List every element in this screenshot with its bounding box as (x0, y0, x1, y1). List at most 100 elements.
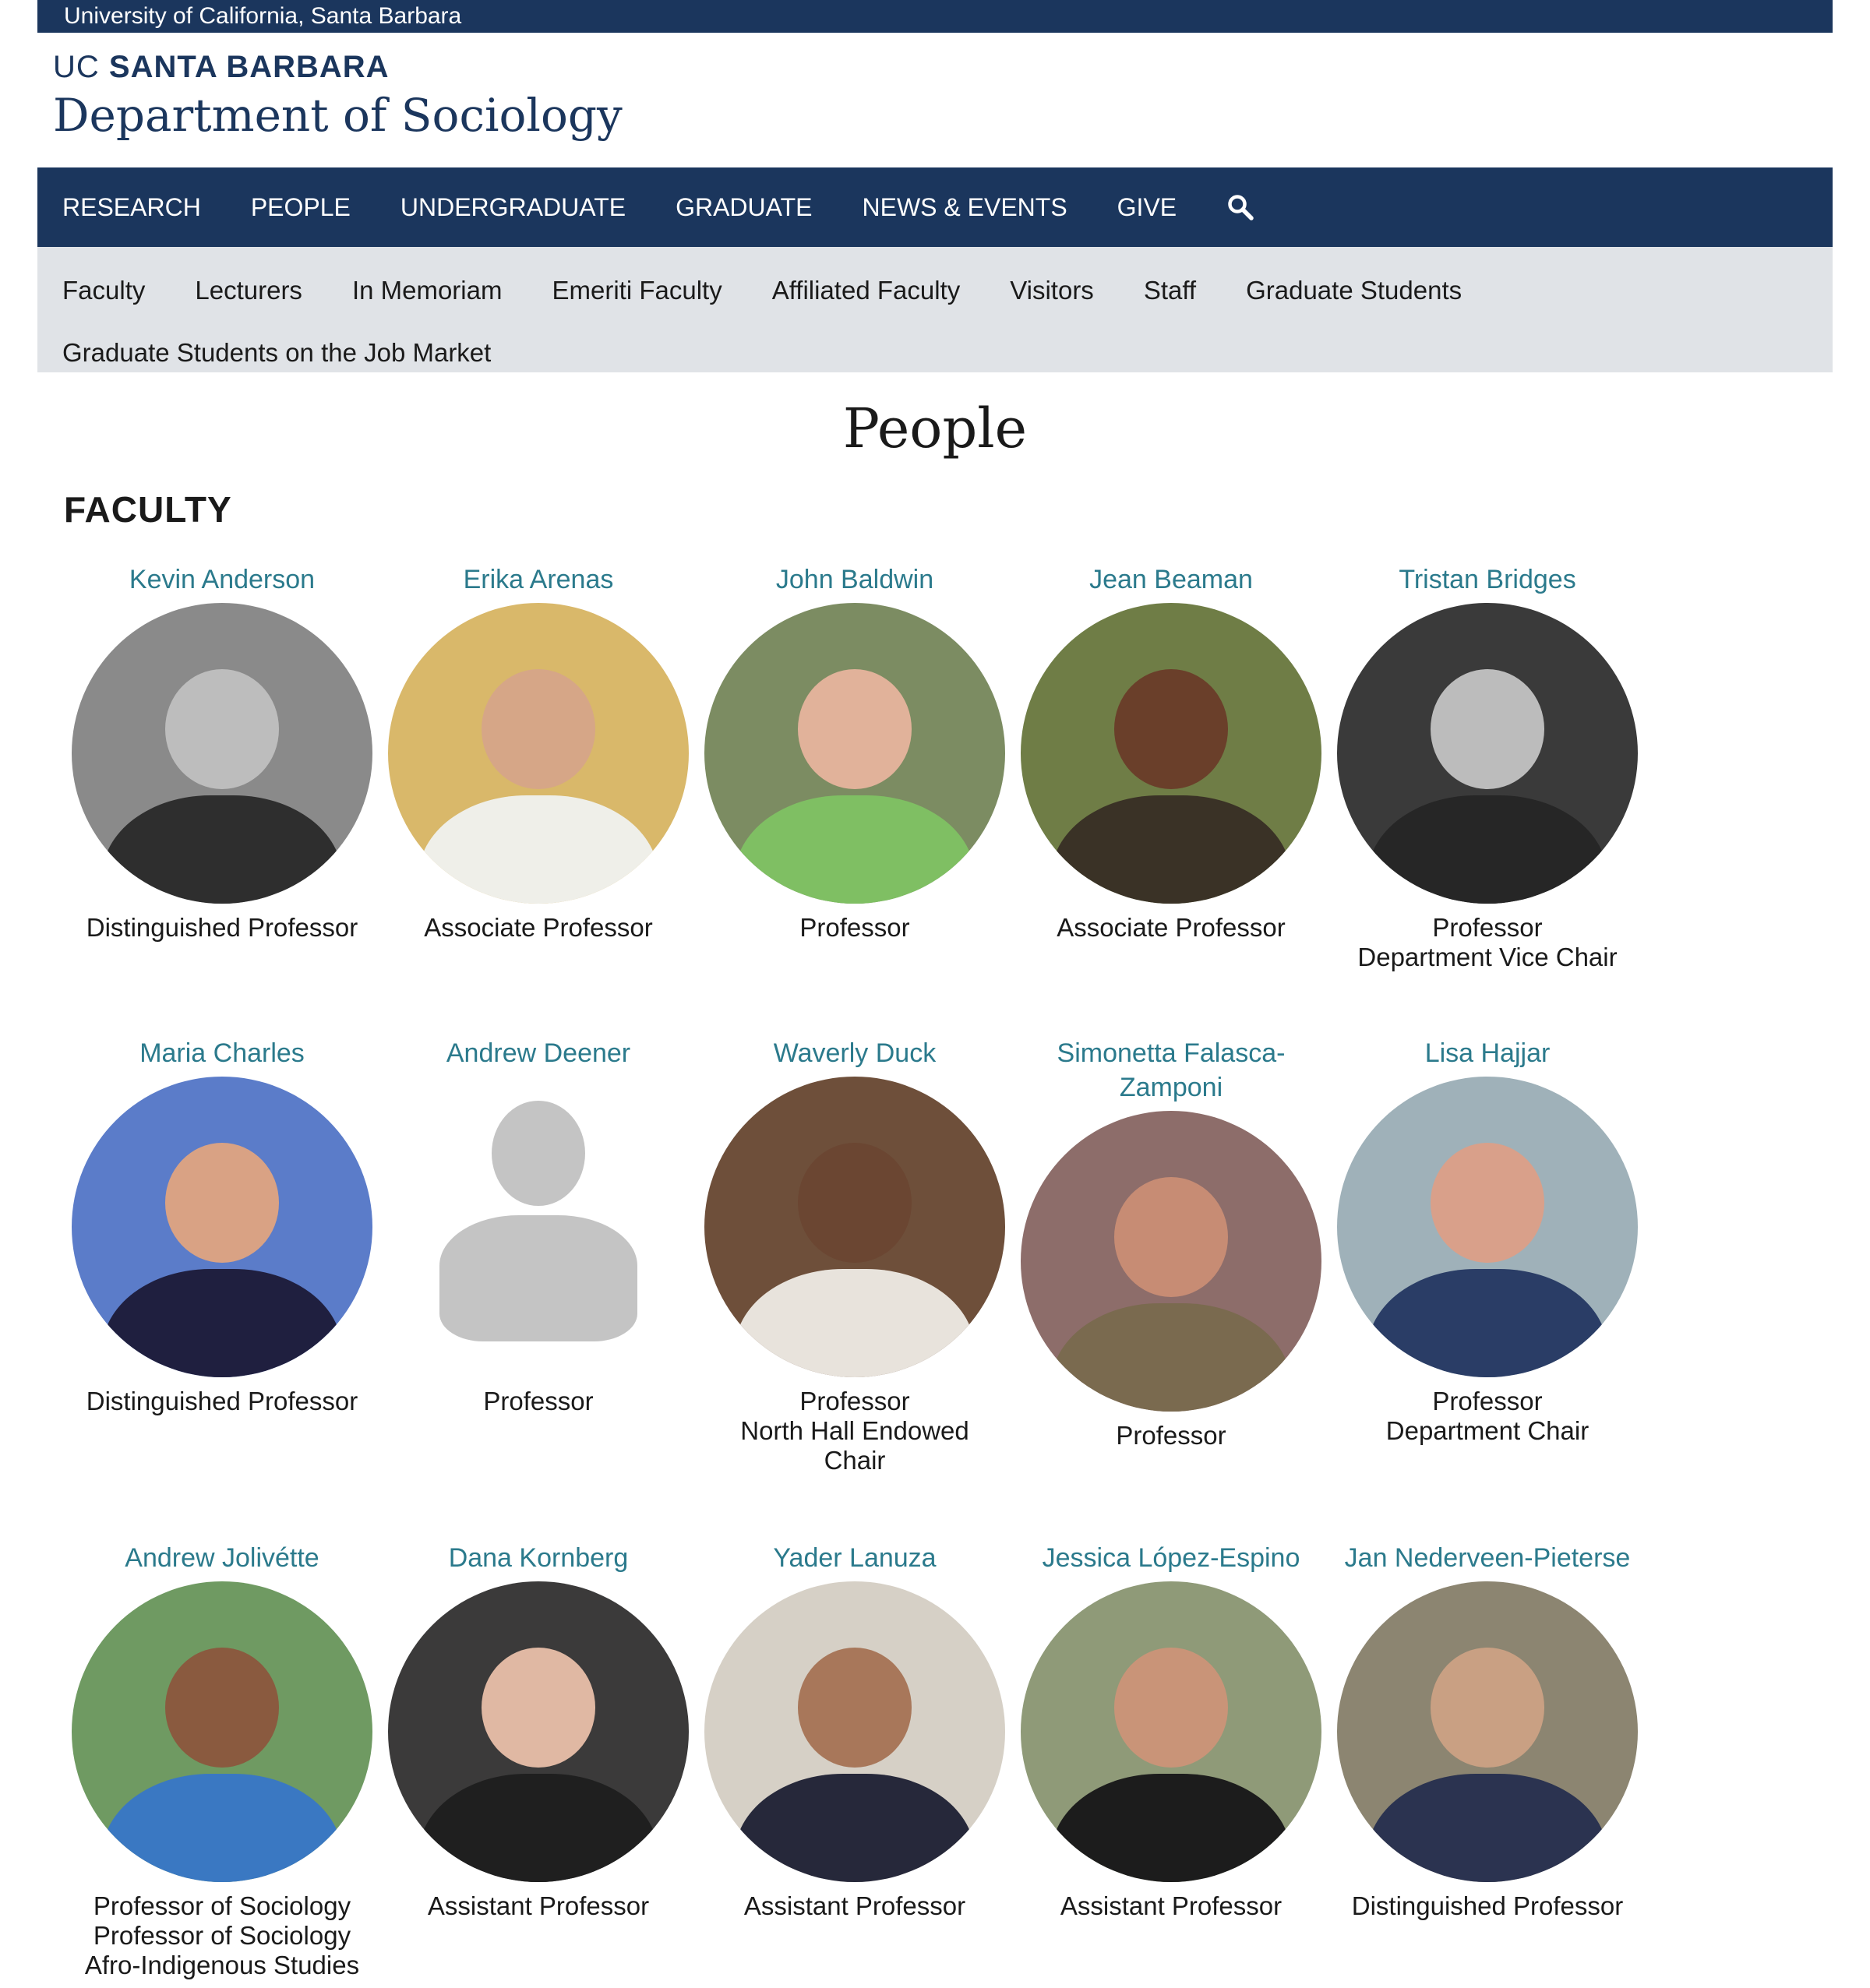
faculty-card: Erika Arenas Associate Professor (386, 562, 690, 943)
photo-figure-body (1050, 795, 1292, 904)
faculty-title: Department Vice Chair (1357, 943, 1618, 971)
photo-figure-head (1113, 668, 1229, 790)
ucsb-wordmark[interactable]: UC SANTA BARBARA (53, 47, 1833, 87)
faculty-card: Andrew Deener Professor (386, 1036, 690, 1416)
faculty-name-link[interactable]: Dana Kornberg (386, 1541, 690, 1575)
ucsb-wordmark-uc: UC (53, 50, 100, 84)
photo-figure-head (1430, 668, 1545, 790)
faculty-titles: Distinguished Professor (1335, 1891, 1639, 1921)
photo-figure-head (797, 668, 912, 790)
faculty-photo[interactable] (72, 1077, 372, 1377)
nav-news-events[interactable]: NEWS & EVENTS (863, 193, 1067, 222)
faculty-name-link[interactable]: Andrew Jolivétte (70, 1541, 374, 1575)
faculty-name-link[interactable]: Tristan Bridges (1335, 562, 1639, 597)
faculty-photo[interactable] (388, 603, 689, 904)
photo-figure-body (418, 795, 659, 904)
faculty-title: Professor (1432, 1387, 1543, 1415)
university-link[interactable]: University of California, Santa Barbara (64, 3, 461, 29)
faculty-name-link[interactable]: Jan Nederveen-Pieterse (1335, 1541, 1639, 1575)
page-title: People (842, 397, 1028, 460)
faculty-name-link[interactable]: Maria Charles (70, 1036, 374, 1070)
photo-figure-body (1050, 1303, 1292, 1412)
subnav-job-market[interactable]: Graduate Students on the Job Market (62, 338, 491, 368)
faculty-title: Professor (1116, 1421, 1226, 1450)
subnav-graduate-students[interactable]: Graduate Students (1246, 276, 1462, 305)
page: University of California, Santa Barbara … (0, 0, 1870, 1988)
subnav-emeriti-faculty[interactable]: Emeriti Faculty (552, 276, 722, 305)
subnav-lecturers[interactable]: Lecturers (195, 276, 302, 305)
faculty-title: Professor of Sociology (93, 1921, 351, 1950)
faculty-title: Associate Professor (424, 913, 653, 942)
subnav-faculty[interactable]: Faculty (62, 276, 145, 305)
photo-figure-body (439, 1214, 638, 1341)
photo-figure-head (481, 1647, 596, 1768)
faculty-photo[interactable] (1337, 603, 1638, 904)
subnav-in-memoriam[interactable]: In Memoriam (352, 276, 503, 305)
faculty-titles: Professor (386, 1387, 690, 1416)
photo-figure-head (1430, 1142, 1545, 1264)
faculty-photo[interactable] (388, 1581, 689, 1882)
faculty-name-link[interactable]: Yader Lanuza (703, 1541, 1007, 1575)
faculty-name-link[interactable]: Jessica López-Espino (1019, 1541, 1323, 1575)
faculty-photo[interactable] (72, 1581, 372, 1882)
faculty-title: Professor (799, 913, 910, 942)
faculty-name-link[interactable]: Kevin Anderson (70, 562, 374, 597)
faculty-name-link[interactable]: Lisa Hajjar (1335, 1036, 1639, 1070)
faculty-title: Assistant Professor (1060, 1891, 1283, 1920)
faculty-photo[interactable] (1021, 1111, 1321, 1412)
photo-figure-body (1367, 1269, 1608, 1377)
faculty-card: Jean Beaman Associate Professor (1019, 562, 1323, 943)
faculty-name-link[interactable]: John Baldwin (703, 562, 1007, 597)
faculty-titles: Professor of Sociology Professor of Socio… (70, 1891, 374, 1980)
subnav-affiliated-faculty[interactable]: Affiliated Faculty (772, 276, 961, 305)
faculty-photo[interactable] (1337, 1581, 1638, 1882)
faculty-photo[interactable] (1021, 1581, 1321, 1882)
faculty-title: Distinguished Professor (86, 913, 358, 942)
department-title[interactable]: Department of Sociology (53, 87, 1833, 143)
faculty-title: Professor (483, 1387, 594, 1415)
photo-figure-head (797, 1142, 912, 1264)
nav-give[interactable]: GIVE (1117, 193, 1177, 222)
faculty-card: Maria Charles Distinguished Professor (70, 1036, 374, 1416)
faculty-photo[interactable] (1021, 603, 1321, 904)
photo-figure-body (734, 795, 976, 904)
faculty-card: Lisa Hajjar Professor Department Chair (1335, 1036, 1639, 1446)
photo-figure-body (101, 1269, 343, 1377)
faculty-title: Distinguished Professor (1351, 1891, 1624, 1920)
faculty-titles: Associate Professor (1019, 913, 1323, 943)
faculty-card: Simonetta Falasca-Zamponi Professor (1019, 1036, 1323, 1450)
faculty-card: Waverly Duck Professor North Hall Endowed C… (703, 1036, 1007, 1475)
subnav-visitors[interactable]: Visitors (1010, 276, 1094, 305)
photo-figure-head (164, 668, 280, 790)
faculty-photo[interactable] (72, 603, 372, 904)
ucsb-wordmark-sb: SANTA BARBARA (108, 50, 390, 84)
faculty-titles: Assistant Professor (703, 1891, 1007, 1921)
faculty-name-link[interactable]: Waverly Duck (703, 1036, 1007, 1070)
faculty-name-link[interactable]: Simonetta Falasca-Zamponi (1019, 1036, 1323, 1105)
faculty-title: Professor (799, 1387, 910, 1415)
faculty-photo[interactable] (1337, 1077, 1638, 1377)
faculty-titles: Professor Department Vice Chair (1335, 913, 1639, 972)
search-icon[interactable] (1226, 193, 1254, 221)
photo-figure-body (1367, 1774, 1608, 1882)
faculty-title: Department Chair (1385, 1416, 1590, 1445)
photo-figure-head (1113, 1176, 1229, 1298)
faculty-name-link[interactable]: Andrew Deener (386, 1036, 690, 1070)
people-subnav: Faculty Lecturers In Memoriam Emeriti Fa… (37, 247, 1833, 372)
faculty-photo[interactable] (704, 1581, 1005, 1882)
nav-people[interactable]: PEOPLE (251, 193, 351, 222)
nav-research[interactable]: RESEARCH (62, 193, 201, 222)
university-bar: University of California, Santa Barbara (37, 0, 1833, 33)
nav-graduate[interactable]: GRADUATE (676, 193, 812, 222)
subnav-staff[interactable]: Staff (1144, 276, 1196, 305)
faculty-name-link[interactable]: Jean Beaman (1019, 562, 1323, 597)
faculty-card: Tristan Bridges Professor Department Vice … (1335, 562, 1639, 972)
faculty-card: Yader Lanuza Assistant Professor (703, 1541, 1007, 1921)
photo-figure-head (1113, 1647, 1229, 1768)
avatar-placeholder-icon[interactable] (388, 1077, 689, 1377)
faculty-name-link[interactable]: Erika Arenas (386, 562, 690, 597)
faculty-photo[interactable] (704, 603, 1005, 904)
faculty-photo[interactable] (704, 1077, 1005, 1377)
faculty-titles: Assistant Professor (386, 1891, 690, 1921)
nav-undergraduate[interactable]: UNDERGRADUATE (400, 193, 626, 222)
